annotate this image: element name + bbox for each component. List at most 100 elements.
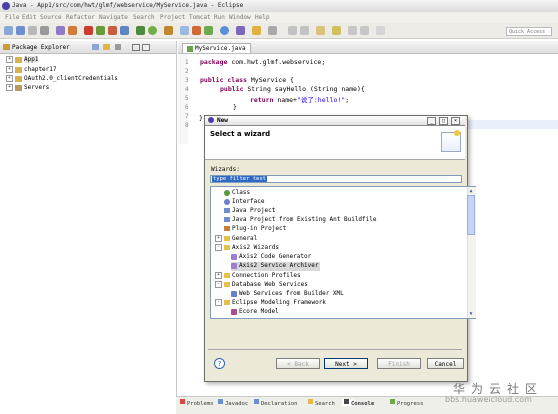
tree-item-oauth2[interactable]: + OAuth2.0_clientCredentials [6, 75, 118, 84]
expand-icon[interactable]: + [6, 66, 13, 73]
run-dropdown-icon[interactable] [220, 26, 229, 35]
dialog-title-bar: New _ □ × [205, 116, 465, 126]
save-icon[interactable] [16, 26, 25, 35]
list-item[interactable]: Class [224, 189, 250, 198]
list-item-folder[interactable]: + Connection Profiles [215, 272, 301, 281]
cancel-button[interactable]: Cancel [427, 358, 464, 369]
menu-edit[interactable]: Edit [22, 14, 36, 21]
dialog-header: Select a wizard [205, 126, 465, 160]
tab-search[interactable]: Search [308, 399, 335, 407]
code-line-3: public class MyService { [200, 76, 294, 84]
code-line-7: } [199, 114, 203, 122]
server-icon[interactable] [56, 26, 65, 35]
menu-refactor[interactable]: Refactor [66, 14, 95, 21]
quick-access-field[interactable]: Quick Access [506, 27, 552, 36]
dialog-close-button[interactable]: × [451, 117, 460, 125]
tree-item-servers[interactable]: + Servers [6, 84, 49, 93]
open-type-icon[interactable] [236, 26, 245, 35]
pin-editor-icon[interactable] [332, 26, 341, 35]
help-button[interactable]: ? [214, 358, 225, 369]
dialog-heading: Select a wizard [210, 130, 271, 138]
menu-run[interactable]: Run [214, 14, 225, 21]
menu-project[interactable]: Project [160, 14, 185, 21]
list-item-selected[interactable]: Axis2 Service Archiver [231, 262, 321, 271]
java-file-icon [187, 45, 193, 52]
minimize-icon[interactable] [132, 44, 140, 51]
package-explorer-panel [0, 41, 177, 398]
axis2-icon [231, 262, 237, 269]
wizard-filter-input[interactable]: type filter text [210, 175, 462, 183]
external-tools-icon[interactable] [164, 26, 173, 35]
package-explorer-tab[interactable]: Package Explorer [0, 41, 176, 54]
tomcat-stop-icon[interactable] [120, 26, 129, 35]
list-item[interactable]: Java Project [224, 207, 275, 216]
back-button[interactable]: < Back [276, 358, 320, 369]
list-item[interactable]: Interface [224, 198, 265, 207]
dialog-minimize-button[interactable]: _ [427, 117, 436, 125]
web-service-icon [231, 290, 237, 297]
menu-file[interactable]: File [5, 14, 19, 21]
menu-tomcat[interactable]: Tomcat [189, 14, 211, 21]
annotation-prev-icon[interactable] [300, 26, 309, 35]
finish-button[interactable]: Finish [377, 358, 421, 369]
list-item[interactable]: Plug-in Project [224, 225, 286, 234]
list-item[interactable]: Java Project from Existing Ant Buildfile [224, 216, 377, 225]
list-item[interactable]: Ecore Model [231, 308, 279, 317]
new-class-icon[interactable] [204, 26, 213, 35]
expand-icon[interactable]: + [6, 75, 13, 82]
nav-history-icon[interactable] [376, 26, 385, 35]
open-task-icon[interactable] [252, 26, 261, 35]
new-java-project-icon[interactable] [180, 26, 189, 35]
list-item-folder[interactable]: - Axis2 Wizards [215, 244, 279, 253]
expand-icon: + [215, 235, 222, 242]
tree-item-app1[interactable]: + App1 [6, 56, 39, 65]
menu-help[interactable]: Help [255, 14, 269, 21]
view-menu-icon[interactable] [115, 44, 121, 50]
link-with-editor-icon[interactable] [103, 44, 110, 50]
list-item-folder[interactable]: - Database Web Services [215, 281, 308, 290]
menu-navigate[interactable]: Navigate [99, 14, 128, 21]
tab-problems[interactable]: Problems [180, 399, 214, 407]
list-item[interactable]: Axis2 Code Generator [231, 253, 311, 262]
project-icon [15, 66, 22, 73]
menu-source[interactable]: Source [40, 14, 62, 21]
menu-window[interactable]: Window [229, 14, 251, 21]
scrollbar-thumb[interactable] [467, 195, 475, 235]
annotation-next-icon[interactable] [288, 26, 297, 35]
list-item[interactable]: Web Services from Builder XML [231, 290, 344, 299]
tab-console[interactable]: Console [342, 399, 374, 407]
maximize-icon[interactable] [142, 44, 150, 51]
print-icon[interactable] [40, 26, 49, 35]
menu-search[interactable]: Search [133, 14, 155, 21]
tree-item-chapter17[interactable]: + chapter17 [6, 66, 57, 75]
eclipse-logo-icon [2, 2, 10, 10]
tomcat-start-icon[interactable] [108, 26, 117, 35]
tab-javadoc[interactable]: Javadoc [218, 399, 248, 407]
tab-declaration[interactable]: Declaration [254, 399, 297, 407]
list-item-folder[interactable]: + General [215, 235, 257, 244]
list-item-folder[interactable]: - Eclipse Modeling Framework [215, 299, 326, 308]
expand-icon[interactable]: + [6, 84, 13, 91]
tab-progress[interactable]: Progress [390, 399, 424, 407]
back-icon[interactable] [348, 26, 357, 35]
scroll-down-icon[interactable]: ▼ [468, 311, 474, 317]
stop-icon[interactable] [84, 26, 93, 35]
code-line-5: return name+"说了:hello!"; [250, 96, 350, 104]
save-all-icon[interactable] [28, 26, 37, 35]
search-icon[interactable] [268, 26, 277, 35]
collapse-all-icon[interactable] [92, 44, 99, 50]
expand-icon[interactable]: + [6, 56, 13, 63]
scroll-up-icon[interactable]: ▲ [468, 188, 474, 194]
build-icon[interactable] [68, 26, 77, 35]
run-icon[interactable] [148, 26, 157, 35]
last-edit-icon[interactable] [316, 26, 325, 35]
editor-tab-myservice[interactable]: MyService.java [182, 43, 251, 53]
next-button[interactable]: Next > [324, 358, 368, 369]
deploy-icon[interactable] [96, 26, 105, 35]
forward-icon[interactable] [360, 26, 369, 35]
dialog-maximize-button[interactable]: □ [439, 117, 448, 125]
debug-icon[interactable] [136, 26, 145, 35]
new-package-icon[interactable] [192, 26, 201, 35]
new-icon[interactable] [4, 26, 13, 35]
code-line-1: package com.hwt.glmf.webservice; [200, 58, 326, 66]
